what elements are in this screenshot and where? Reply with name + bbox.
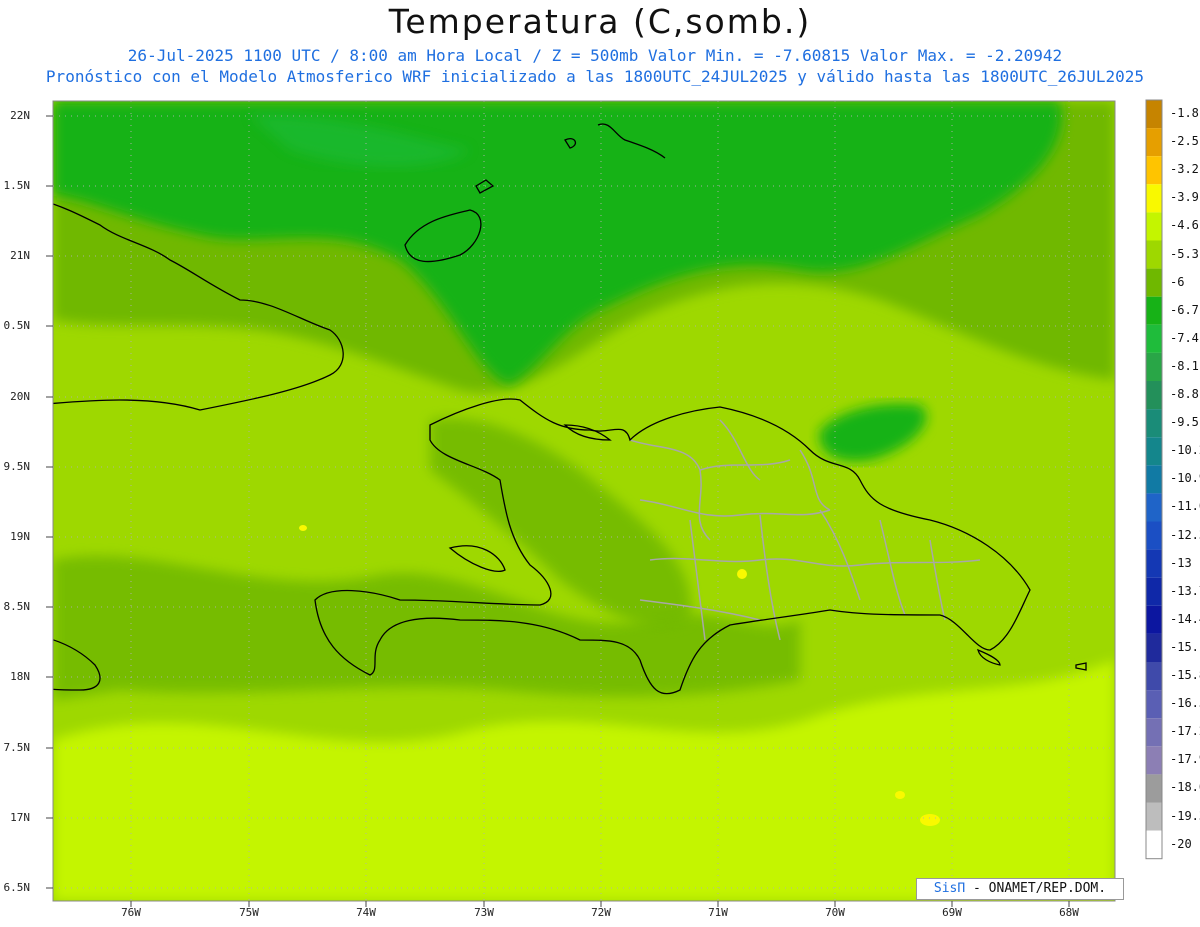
colorbar-label: -3.2 xyxy=(1170,162,1199,177)
field-warm-spot xyxy=(920,814,940,826)
lon-label: 70W xyxy=(825,906,845,919)
colorbar-swatch xyxy=(1146,156,1162,185)
colorbar-swatch xyxy=(1146,802,1162,831)
colorbar-swatch xyxy=(1146,577,1162,606)
colorbar-label: -15.1 xyxy=(1170,639,1200,654)
colorbar-swatch xyxy=(1146,465,1162,494)
colorbar-label: -20 xyxy=(1170,836,1192,851)
colorbar xyxy=(1145,99,1163,860)
credit-logo: SisΠ xyxy=(933,881,966,896)
colorbar-swatch xyxy=(1146,381,1162,410)
field-warm-spot xyxy=(895,791,905,799)
lon-label: 69W xyxy=(942,906,962,919)
field-warm-spot xyxy=(737,569,747,579)
colorbar-swatch xyxy=(1146,184,1162,213)
colorbar-swatch xyxy=(1146,521,1162,550)
lat-label: 22N xyxy=(10,109,30,122)
colorbar-swatch xyxy=(1146,690,1162,719)
colorbar-label: -15.8 xyxy=(1170,668,1200,683)
lat-label: 0.5N xyxy=(3,319,31,332)
colorbar-label: -13.7 xyxy=(1170,583,1200,598)
lon-label: 75W xyxy=(239,906,259,919)
temperature-field xyxy=(53,101,1115,901)
colorbar-swatch xyxy=(1146,746,1162,775)
colorbar-label: -9.5 xyxy=(1170,415,1199,430)
colorbar-swatch xyxy=(1146,240,1162,269)
colorbar-label: -3.9 xyxy=(1170,190,1199,205)
lon-label: 74W xyxy=(356,906,376,919)
colorbar-swatch xyxy=(1146,324,1162,353)
colorbar-swatch xyxy=(1146,662,1162,691)
credit-box: SisΠ - ONAMET/REP.DOM. xyxy=(916,878,1124,900)
colorbar-swatch xyxy=(1146,128,1162,157)
colorbar-swatch xyxy=(1146,633,1162,662)
lat-label: 17N xyxy=(10,811,30,824)
colorbar-label: -17.9 xyxy=(1170,752,1200,767)
colorbar-label: -8.1 xyxy=(1170,358,1199,373)
lat-label: 8.5N xyxy=(3,600,31,613)
colorbar-label: -11.6 xyxy=(1170,499,1200,514)
colorbar-label: -10.9 xyxy=(1170,471,1200,486)
colorbar-label: -2.5 xyxy=(1170,134,1199,149)
colorbar-label: -17.2 xyxy=(1170,724,1200,739)
colorbar-label: -5.3 xyxy=(1170,246,1199,261)
colorbar-swatch xyxy=(1146,296,1162,325)
colorbar-label: -8.8 xyxy=(1170,387,1199,402)
colorbar-label: -13 xyxy=(1170,555,1192,570)
colorbar-label: -12.3 xyxy=(1170,527,1200,542)
colorbar-swatch xyxy=(1146,605,1162,634)
lon-label: 73W xyxy=(474,906,494,919)
lat-label: 21N xyxy=(10,249,30,262)
lat-label: 1.5N xyxy=(3,179,31,192)
colorbar-swatch xyxy=(1146,774,1162,803)
colorbar-swatch xyxy=(1146,549,1162,578)
colorbar-label: -7.4 xyxy=(1170,330,1199,345)
colorbar-swatch xyxy=(1146,493,1162,522)
lat-label: 20N xyxy=(10,390,30,403)
lat-label: 18N xyxy=(10,670,30,683)
credit-text: - ONAMET/REP.DOM. xyxy=(973,881,1107,896)
colorbar-label: -1.8 xyxy=(1170,106,1199,121)
colorbar-label: -10.2 xyxy=(1170,443,1200,458)
lat-label: 19N xyxy=(10,530,30,543)
colorbar-swatch xyxy=(1146,718,1162,747)
lon-label: 72W xyxy=(591,906,611,919)
colorbar-label: -6 xyxy=(1170,274,1185,289)
colorbar-swatch xyxy=(1146,830,1162,859)
lat-label: 7.5N xyxy=(3,741,31,754)
colorbar-label: -16.5 xyxy=(1170,696,1200,711)
colorbar-swatch xyxy=(1146,352,1162,381)
colorbar-swatch xyxy=(1146,409,1162,438)
colorbar-label: -14.4 xyxy=(1170,611,1200,626)
colorbar-swatch xyxy=(1146,212,1162,241)
lon-label: 76W xyxy=(121,906,141,919)
lon-label: 71W xyxy=(708,906,728,919)
lat-label: 9.5N xyxy=(3,460,31,473)
map-canvas xyxy=(46,99,1163,907)
field-warm-spot xyxy=(299,525,307,531)
colorbar-label: -19.3 xyxy=(1170,808,1200,823)
colorbar-label: -18.6 xyxy=(1170,780,1200,795)
colorbar-swatch xyxy=(1146,437,1162,466)
colorbar-label: -6.7 xyxy=(1170,302,1199,317)
colorbar-swatch xyxy=(1146,268,1162,297)
lon-label: 68W xyxy=(1059,906,1079,919)
colorbar-label: -4.6 xyxy=(1170,218,1199,233)
lat-label: 6.5N xyxy=(3,881,31,894)
colorbar-swatch xyxy=(1146,100,1162,129)
